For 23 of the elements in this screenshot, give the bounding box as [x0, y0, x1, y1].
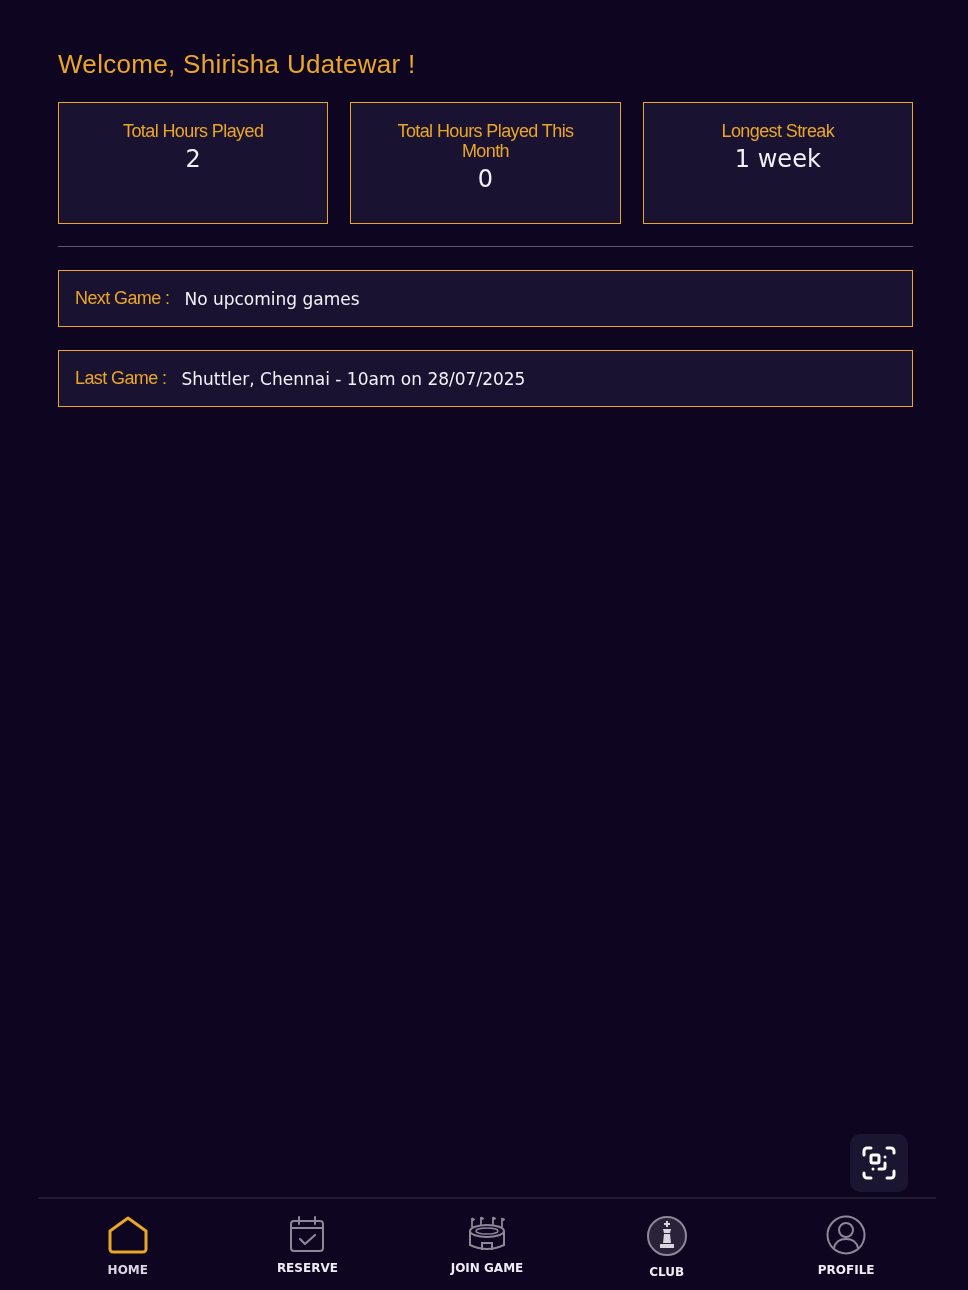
stat-title: Total Hours Played [123, 121, 264, 141]
scan-button[interactable] [850, 1134, 908, 1192]
calendar-check-icon [289, 1215, 326, 1253]
game-label: Last Game : [75, 368, 167, 389]
profile-icon [826, 1215, 867, 1255]
nav-tab[interactable]: CLUB [641, 1215, 692, 1279]
home-icon [106, 1215, 149, 1255]
stat-value: 0 [477, 164, 494, 195]
nav-tab[interactable]: PROFILE [813, 1215, 879, 1279]
nav-tab[interactable]: HOME [102, 1215, 153, 1279]
stadium-icon [467, 1215, 507, 1253]
chess-king-icon [645, 1215, 688, 1257]
welcome-heading: Welcome, Shirisha Udatewar ! [58, 48, 416, 81]
game-detail: Shuttler, Chennai - 10am on 28/07/2025 [181, 368, 526, 389]
nav-tab[interactable]: RESERVE [272, 1215, 342, 1279]
stat-value: 1 week [734, 144, 821, 175]
game-label: Next Game : [75, 288, 170, 309]
scan-icon [861, 1145, 897, 1181]
stat-title: Longest Streak [721, 121, 835, 141]
game-detail: No upcoming games [184, 288, 360, 309]
stat-title: Total Hours Played This Month [396, 121, 575, 161]
nav-tab[interactable]: JOIN GAME [446, 1215, 528, 1279]
stat-value: 2 [185, 144, 201, 175]
